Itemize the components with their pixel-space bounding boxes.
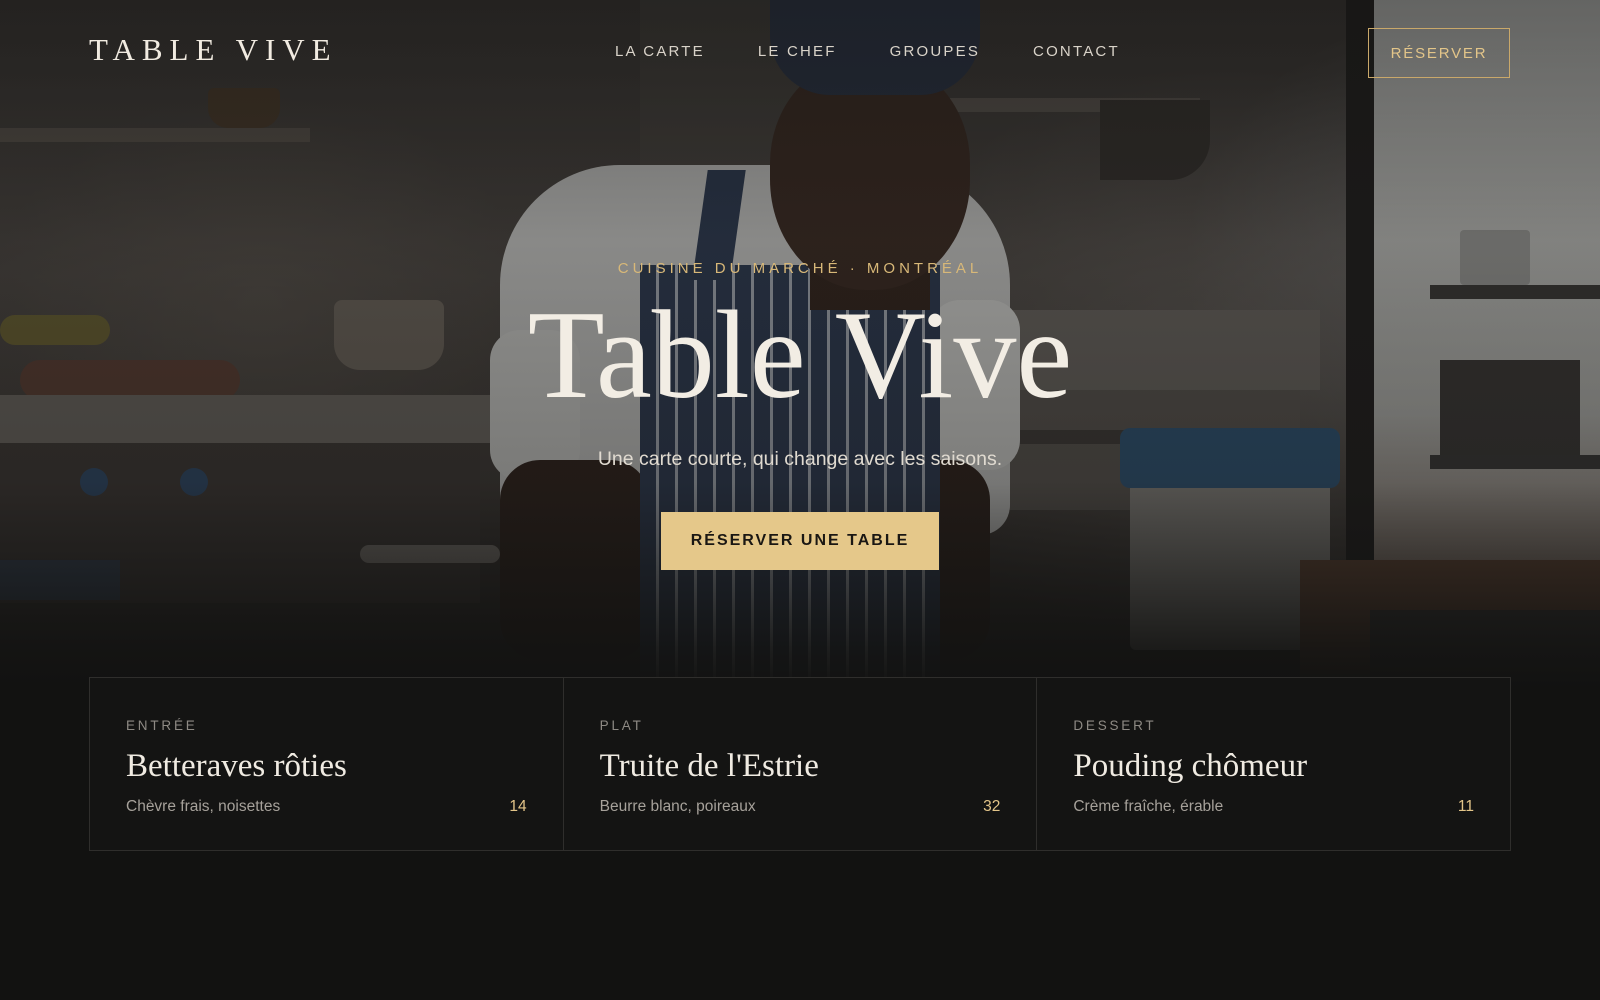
hero-title: Table Vive xyxy=(527,286,1073,425)
menu-card-category: DESSERT xyxy=(1073,718,1157,733)
menu-card-entree[interactable]: ENTRÉE Betteraves rôties Chèvre frais, n… xyxy=(90,678,564,850)
hero-subtitle: Une carte courte, qui change avec les sa… xyxy=(597,448,1003,470)
menu-card-category: PLAT xyxy=(599,718,644,733)
menu-card-description: Crème fraîche, érable xyxy=(1073,798,1224,815)
menu-card-dessert[interactable]: DESSERT Pouding chômeur Crème fraîche, é… xyxy=(1037,678,1510,850)
menu-card-plat[interactable]: PLAT Truite de l'Estrie Beurre blanc, po… xyxy=(564,678,1038,850)
menu-card-description: Beurre blanc, poireaux xyxy=(599,798,756,815)
page: TABLE VIVE LA CARTE LE CHEF GROUPES CONT… xyxy=(0,0,1600,1000)
hero-eyebrow: CUISINE DU MARCHÉ · MONTRÉAL xyxy=(617,260,983,277)
book-table-button[interactable]: RÉSERVER UNE TABLE xyxy=(661,512,939,570)
menu-card-price: 14 xyxy=(509,798,527,815)
menu-card-category: ENTRÉE xyxy=(126,718,198,733)
menu-highlights: ENTRÉE Betteraves rôties Chèvre frais, n… xyxy=(89,677,1511,851)
menu-card-dish-name: Pouding chômeur xyxy=(1073,748,1308,784)
menu-card-dish-name: Truite de l'Estrie xyxy=(599,748,819,784)
menu-card-price: 32 xyxy=(983,798,1001,815)
menu-card-description: Chèvre frais, noisettes xyxy=(126,798,281,815)
menu-card-price: 11 xyxy=(1457,798,1475,815)
hero-content: CUISINE DU MARCHÉ · MONTRÉAL Table Vive … xyxy=(0,0,1600,690)
menu-card-dish-name: Betteraves rôties xyxy=(126,748,347,784)
